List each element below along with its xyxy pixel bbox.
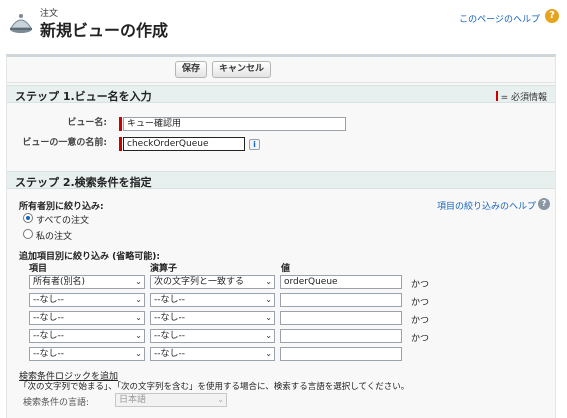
view-name-label: ビュー名: — [67, 118, 107, 128]
save-button[interactable]: 保存 — [175, 61, 208, 78]
required-legend: = 必須情報 — [495, 90, 547, 103]
step1-header: ステップ 1.ビュー名を入力 = 必須情報 — [7, 85, 555, 103]
page-title: 新規ビューの作成 — [40, 21, 169, 40]
owner-filter-label: 所有者別に絞り込み: — [19, 202, 104, 212]
chevron-down-icon: ⌄ — [265, 295, 272, 304]
filter-operator-select[interactable]: --なし-- ⌄ — [150, 347, 275, 361]
unique-name-label: ビューの一意の名前: — [22, 138, 107, 148]
filter-field-select[interactable]: --なし-- ⌄ — [29, 329, 145, 343]
and-connector: かつ — [411, 298, 430, 308]
step1-title: ステップ 1.ビュー名を入力 — [15, 90, 152, 103]
info-icon[interactable]: i — [249, 139, 260, 150]
language-select: 日本語 ⌄ — [115, 393, 227, 407]
help-icon[interactable]: ? — [545, 9, 559, 23]
column-field: 項目 — [29, 264, 48, 274]
and-connector: かつ — [411, 280, 430, 290]
filter-value-input[interactable] — [280, 329, 402, 343]
chevron-down-icon: ⌄ — [135, 331, 142, 340]
radio-my-orders-label: 私の注文 — [36, 232, 73, 242]
filter-value-input[interactable] — [280, 293, 402, 307]
filter-field-select[interactable]: --なし-- ⌄ — [29, 347, 145, 361]
chevron-down-icon: ⌄ — [135, 349, 142, 358]
filter-value-input[interactable] — [280, 347, 402, 361]
unique-name-input[interactable]: checkOrderQueue — [123, 137, 245, 151]
cancel-button[interactable]: キャンセル — [212, 61, 272, 78]
filter-operator-select[interactable]: --なし-- ⌄ — [150, 293, 275, 307]
chevron-down-icon: ⌄ — [265, 277, 272, 286]
page-help-link[interactable]: このページのヘルプ — [459, 12, 540, 25]
required-mark-icon — [495, 91, 498, 101]
language-label: 検索条件の言語: — [23, 398, 90, 408]
view-name-input[interactable]: キュー確認用 — [123, 117, 346, 131]
required-indicator — [119, 117, 122, 131]
chevron-down-icon: ⌄ — [265, 331, 272, 340]
language-note: 「次の文字列で始まる」、「次の文字列を含む」を使用する場合に、検索する言語を選択… — [19, 382, 410, 392]
radio-all-orders[interactable] — [23, 213, 33, 223]
filter-help-link[interactable]: 項目の絞り込みのヘルプ — [437, 199, 536, 212]
chevron-down-icon: ⌄ — [135, 277, 142, 286]
required-indicator — [119, 137, 122, 151]
page-header: 注文 新規ビューの作成 このページのヘルプ ? — [0, 0, 567, 46]
and-connector: かつ — [411, 316, 430, 326]
filter-operator-select[interactable]: 次の文字列と一致する ⌄ — [150, 275, 275, 289]
filter-field-select[interactable]: 所有者(別名) ⌄ — [29, 275, 145, 289]
radio-all-orders-label: すべての注文 — [36, 216, 90, 226]
chevron-down-icon: ⌄ — [217, 395, 224, 404]
radio-my-orders[interactable] — [23, 229, 33, 239]
step2-header: ステップ 2.検索条件を指定 — [7, 171, 555, 189]
chevron-down-icon: ⌄ — [265, 313, 272, 322]
chevron-down-icon: ⌄ — [265, 349, 272, 358]
filter-field-select[interactable]: --なし-- ⌄ — [29, 311, 145, 325]
filter-operator-select[interactable]: --なし-- ⌄ — [150, 311, 275, 325]
create-view-panel: 保存 キャンセル ステップ 1.ビュー名を入力 = 必須情報 ビュー名: キュー… — [6, 54, 556, 418]
column-operator: 演算子 — [150, 264, 178, 274]
filter-field-select[interactable]: --なし-- ⌄ — [29, 293, 145, 307]
button-row: 保存 キャンセル — [7, 57, 555, 83]
and-connector: かつ — [411, 334, 430, 344]
help-icon[interactable]: ? — [538, 198, 550, 210]
column-value: 値 — [281, 264, 291, 274]
filter-value-input[interactable]: orderQueue — [280, 275, 402, 289]
chevron-down-icon: ⌄ — [135, 313, 142, 322]
filter-operator-select[interactable]: --なし-- ⌄ — [150, 329, 275, 343]
step2-title: ステップ 2.検索条件を指定 — [15, 176, 152, 189]
chevron-down-icon: ⌄ — [135, 295, 142, 304]
filter-value-input[interactable] — [280, 311, 402, 325]
orders-icon — [10, 14, 32, 33]
